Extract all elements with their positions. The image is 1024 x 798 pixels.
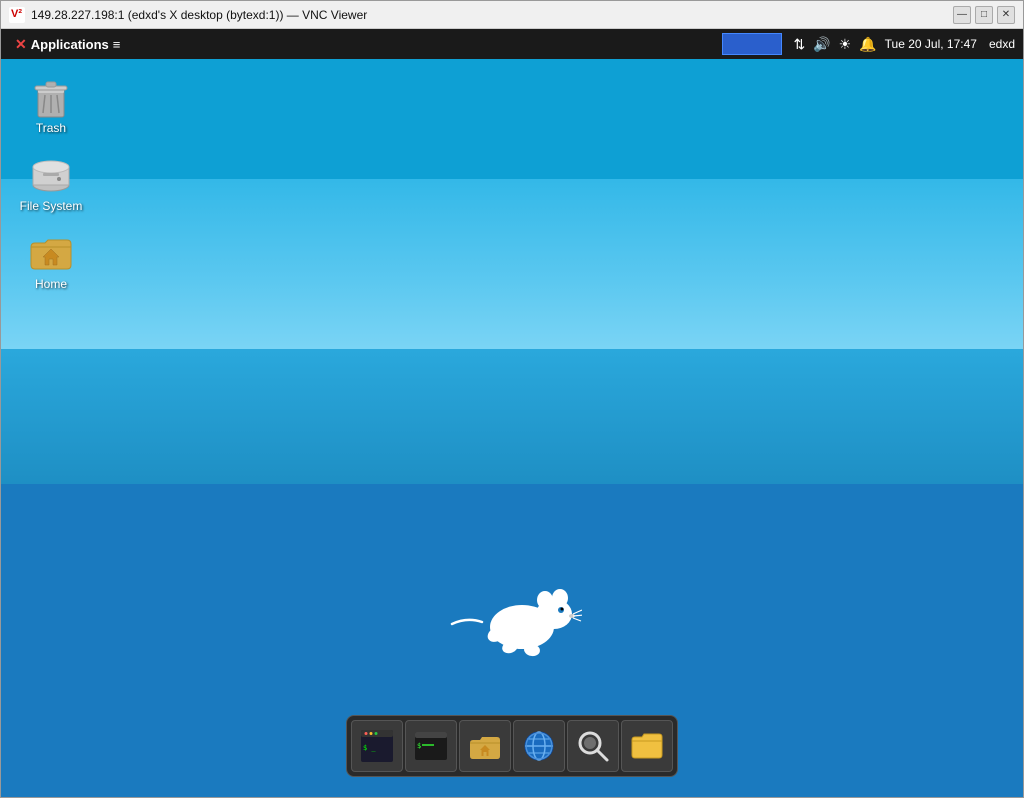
- search-icon: [575, 728, 611, 764]
- terminal-window-icon: $ _: [359, 728, 395, 764]
- maximize-button[interactable]: □: [975, 6, 993, 24]
- filesystem-label: File System: [20, 199, 83, 213]
- applications-label: Applications: [31, 37, 109, 52]
- desktop-background[interactable]: Trash File System: [1, 59, 1023, 797]
- filesystem-icon[interactable]: File System: [11, 147, 91, 217]
- dock-item-terminal[interactable]: $: [405, 720, 457, 772]
- terminal-icon: $: [413, 728, 449, 764]
- home-icon[interactable]: Home: [11, 225, 91, 295]
- datetime-label: Tue 20 Jul, 17:47: [885, 37, 977, 51]
- taskbar-top: ✕ Applications ≡ ⇅ 🔊 ☀ 🔔 Tue 20 Jul, 17:…: [1, 29, 1023, 59]
- bg-stripe-1: [1, 59, 1023, 179]
- files-icon: [629, 728, 665, 764]
- svg-text:$ _: $ _: [363, 744, 376, 752]
- active-window-indicator[interactable]: [722, 33, 782, 55]
- home-label: Home: [35, 277, 67, 291]
- browser-icon: [521, 728, 557, 764]
- xfce-icon: ✕: [15, 36, 27, 53]
- dock-item-home-folder[interactable]: [459, 720, 511, 772]
- user-label: edxd: [985, 37, 1015, 51]
- filesystem-icon-svg: [27, 151, 75, 199]
- title-bar-controls: — □ ✕: [953, 6, 1015, 24]
- title-bar-text: 149.28.227.198:1 (edxd's X desktop (byte…: [31, 8, 947, 22]
- network-icon[interactable]: ⇅: [794, 36, 806, 53]
- notifications-icon[interactable]: 🔔: [859, 36, 876, 53]
- applications-menu-button[interactable]: ✕ Applications ≡: [9, 34, 126, 55]
- trash-icon[interactable]: Trash: [11, 69, 91, 139]
- trash-label: Trash: [36, 121, 66, 135]
- home-icon-svg: [27, 229, 75, 277]
- mouse-mascot: [442, 562, 582, 667]
- title-bar: V² 149.28.227.198:1 (edxd's X desktop (b…: [1, 1, 1023, 29]
- desktop-icons: Trash File System: [11, 69, 91, 295]
- bg-stripe-3: [1, 349, 1023, 484]
- dock-item-browser[interactable]: [513, 720, 565, 772]
- vnc-logo: V²: [9, 7, 25, 23]
- close-button[interactable]: ✕: [997, 6, 1015, 24]
- dock-item-terminal-window[interactable]: $ _: [351, 720, 403, 772]
- minimize-button[interactable]: —: [953, 6, 971, 24]
- apps-menu-icon: ≡: [113, 37, 121, 52]
- taskbar-right: ⇅ 🔊 ☀ 🔔 Tue 20 Jul, 17:47 edxd: [782, 36, 1016, 53]
- volume-icon[interactable]: 🔊: [813, 36, 830, 53]
- svg-text:$: $: [417, 742, 421, 750]
- vnc-window: V² 149.28.227.198:1 (edxd's X desktop (b…: [0, 0, 1024, 798]
- trash-icon-svg: [27, 73, 75, 121]
- dock: $ _ $: [346, 715, 678, 777]
- dock-item-search[interactable]: [567, 720, 619, 772]
- desktop: ✕ Applications ≡ ⇅ 🔊 ☀ 🔔 Tue 20 Jul, 17:…: [1, 29, 1023, 797]
- home-folder-icon: [467, 728, 503, 764]
- bg-stripe-2: [1, 179, 1023, 349]
- dock-item-files[interactable]: [621, 720, 673, 772]
- mouse-mascot-svg: [442, 562, 582, 662]
- power-icon[interactable]: ☀: [839, 36, 852, 53]
